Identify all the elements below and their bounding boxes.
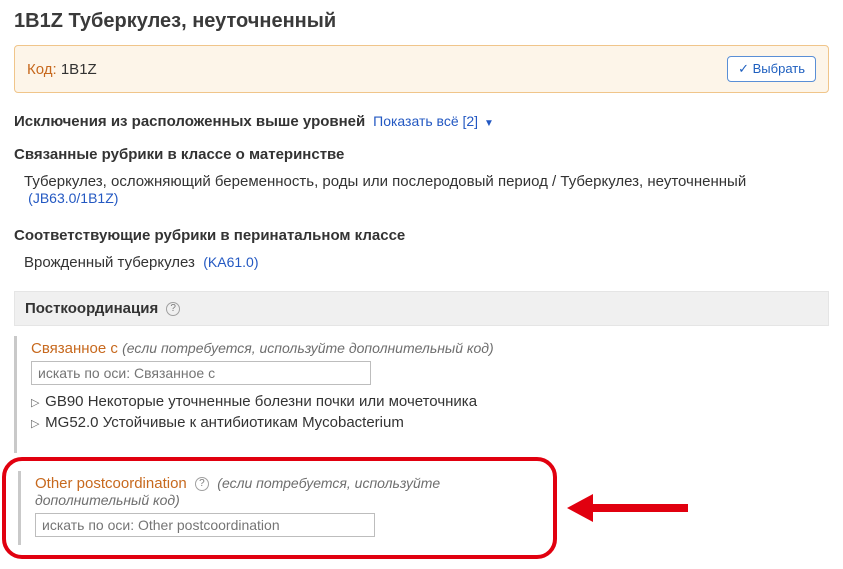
select-button[interactable]: ✓ Выбрать <box>727 56 816 82</box>
code-bar: Код: 1B1Z ✓ Выбрать <box>14 45 829 93</box>
triangle-right-icon: ▷ <box>31 417 41 430</box>
code-label: Код: <box>27 61 57 78</box>
help-icon[interactable]: ? <box>195 477 209 491</box>
axis-other-postcoord: Other postcoordination ? (если потребует… <box>35 475 539 537</box>
arrow-shaft <box>593 504 688 512</box>
maternal-code-link[interactable]: (JB63.0/1B1Z) <box>28 190 118 206</box>
axis1-name: Связанное с <box>31 340 118 357</box>
postcoord-body: Связанное с (если потребуется, используй… <box>14 336 829 453</box>
axis1-item-text: GB90 Некоторые уточненные болезни почки … <box>45 393 477 410</box>
maternal-heading: Связанные рубрики в классе о материнстве <box>14 146 829 163</box>
code-value: 1B1Z <box>61 61 97 78</box>
maternal-section: Связанные рубрики в классе о материнстве… <box>14 146 829 211</box>
axis1-search-input[interactable] <box>31 361 371 385</box>
axis-associated-with: Связанное с (если потребуется, используй… <box>31 340 829 433</box>
page-title: 1B1Z Туберкулез, неуточненный <box>14 10 829 33</box>
exclusions-heading: Исключения из расположенных выше уровней <box>14 113 365 130</box>
perinatal-code-link[interactable]: (KA61.0) <box>203 254 258 270</box>
perinatal-section: Соответствующие рубрики в перинатальном … <box>14 227 829 275</box>
postcoord-title: Посткоординация <box>25 300 158 317</box>
help-icon[interactable]: ? <box>166 302 180 316</box>
axis1-item-text: MG52.0 Устойчивые к антибиотикам Mycobac… <box>45 414 404 431</box>
axis1-hint: (если потребуется, используйте дополните… <box>122 340 494 356</box>
axis1-item[interactable]: ▷ GB90 Некоторые уточненные болезни почк… <box>31 391 829 412</box>
maternal-text: Туберкулез, осложняющий беременность, ро… <box>24 173 746 190</box>
axis1-item[interactable]: ▷ MG52.0 Устойчивые к антибиотикам Mycob… <box>31 412 829 433</box>
show-all-text: Показать всё [2] <box>373 113 478 129</box>
exclusions-section: Исключения из расположенных выше уровней… <box>14 113 829 130</box>
arrow-left-icon <box>567 494 593 522</box>
axis2-name: Other postcoordination <box>35 475 187 492</box>
axis2-search-input[interactable] <box>35 513 375 537</box>
callout-arrow <box>567 494 688 522</box>
chevron-down-icon: ▼ <box>484 118 494 129</box>
perinatal-heading: Соответствующие рубрики в перинатальном … <box>14 227 829 244</box>
show-all-link[interactable]: Показать всё [2] ▼ <box>373 113 494 129</box>
postcoord-header: Посткоординация ? <box>14 291 829 326</box>
perinatal-text: Врожденный туберкулез <box>24 254 195 271</box>
highlight-box: Other postcoordination ? (если потребует… <box>2 457 557 559</box>
triangle-right-icon: ▷ <box>31 396 41 409</box>
